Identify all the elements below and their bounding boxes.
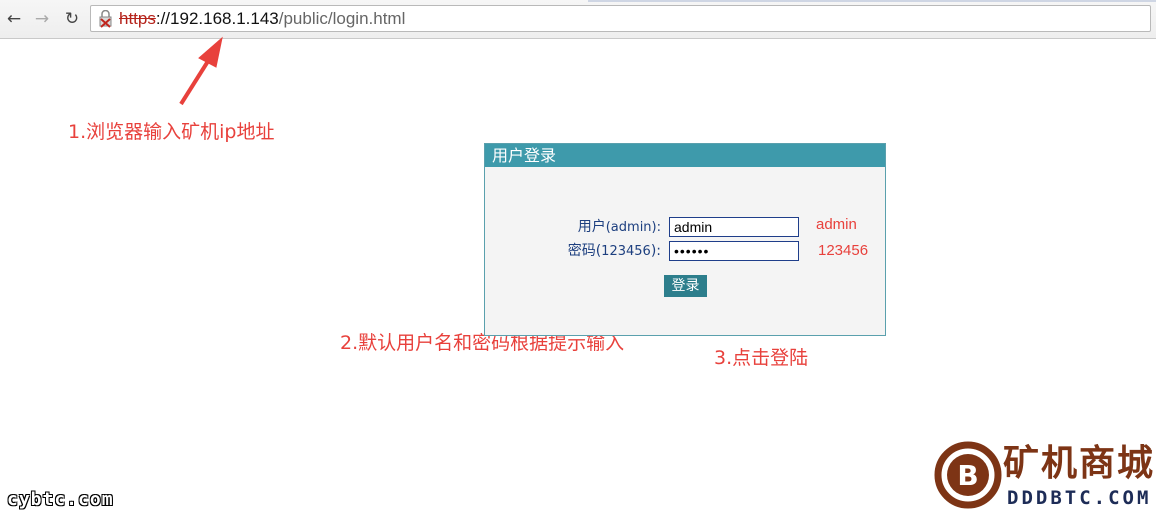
annotation-step1: 1.浏览器输入矿机ip地址 <box>68 121 275 143</box>
password-hint: 123456 <box>818 242 869 259</box>
arrow-1-shaft <box>179 56 212 106</box>
username-field[interactable]: admin <box>669 217 799 237</box>
username-label-hint: (admin): <box>605 220 661 235</box>
logo-title: 矿机商城 <box>1003 443 1156 484</box>
svg-text:B: B <box>957 459 978 492</box>
password-label-main: 密码 <box>567 243 596 259</box>
watermark-left: cybtc.com <box>7 489 114 510</box>
username-hint: admin <box>816 216 857 233</box>
password-label-close: ): <box>650 243 661 259</box>
logo-subtitle: DDDBTC.COM <box>1007 487 1152 509</box>
bitcoin-logo-icon: B <box>934 441 1002 509</box>
username-label-main: 用户 <box>577 219 606 235</box>
login-button[interactable]: 登录 <box>664 275 707 297</box>
username-label: 用户(admin): <box>485 216 661 236</box>
login-panel: 用户登录 用户(admin): admin 密码(123456): ••••••… <box>484 143 886 336</box>
arrow-1-head <box>198 36 223 68</box>
password-label-hint: 123456 <box>601 244 651 259</box>
annotation-step3: 3.点击登陆 <box>714 347 809 369</box>
password-label: 密码(123456): <box>485 240 661 260</box>
password-field[interactable]: •••••• <box>669 241 799 261</box>
login-panel-title: 用户登录 <box>485 144 885 167</box>
